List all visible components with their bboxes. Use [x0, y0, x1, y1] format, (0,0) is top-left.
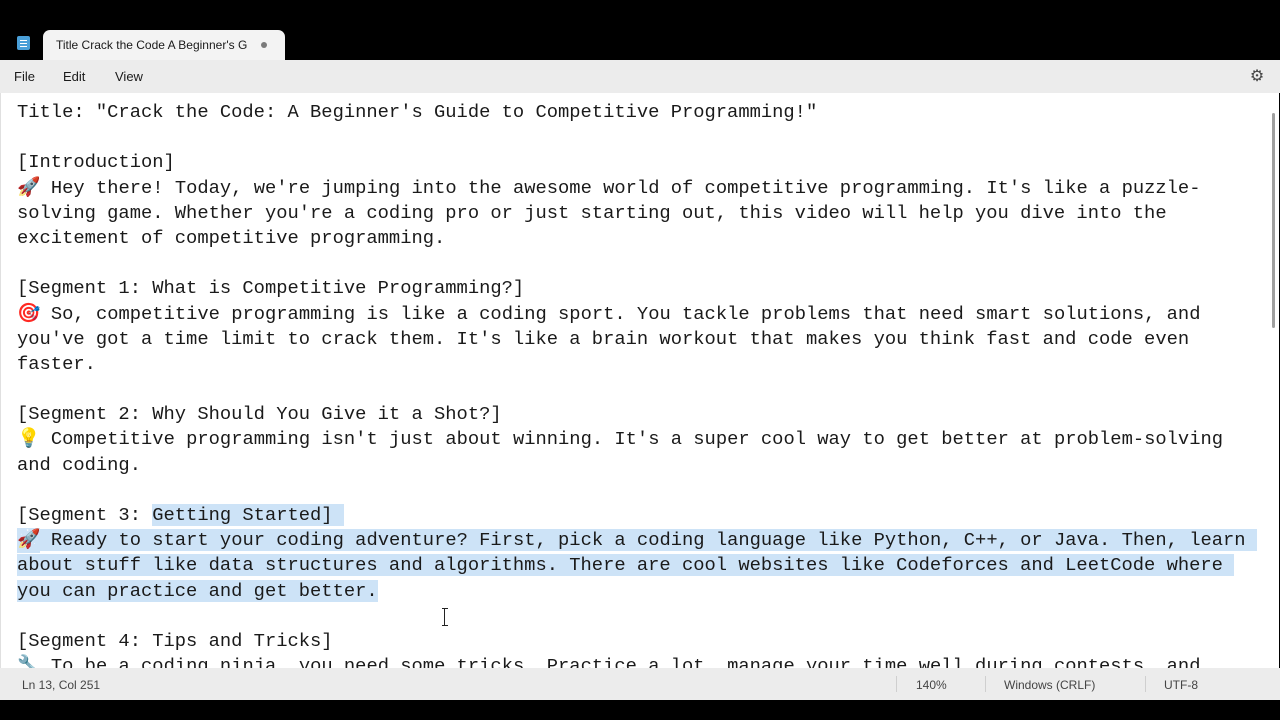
text-line[interactable]: 🔧 To be a coding ninja, you need some tr…	[17, 654, 1257, 668]
line-text: Hey there! Today, we're jumping into the…	[39, 176, 1201, 199]
text-line[interactable]	[17, 604, 1257, 629]
text-line[interactable]: about stuff like data structures and alg…	[17, 553, 1257, 578]
line-text: [Segment 2: Why Should You Give it a Sho…	[17, 403, 502, 426]
selected-text: Getting Started]	[152, 504, 344, 526]
status-divider	[985, 676, 986, 692]
emoji-icon: 🔧	[17, 655, 41, 668]
status-divider	[1145, 676, 1146, 692]
text-line[interactable]: [Introduction]	[17, 150, 1257, 175]
encoding[interactable]: UTF-8	[1164, 678, 1198, 692]
menu-file[interactable]: File	[14, 69, 35, 84]
text-line[interactable]: you've got a time limit to crack them. I…	[17, 327, 1257, 352]
selected-text: about stuff like data structures and alg…	[17, 554, 1235, 577]
text-line[interactable]: solving game. Whether you're a coding pr…	[17, 201, 1257, 226]
unsaved-dot-icon[interactable]	[261, 42, 267, 48]
text-line[interactable]: [Segment 3: Getting Started]	[17, 503, 1257, 528]
cursor-position: Ln 13, Col 251	[22, 678, 101, 692]
line-text: To be a coding ninja, you need some tric…	[39, 655, 1201, 668]
text-line[interactable]: Title: "Crack the Code: A Beginner's Gui…	[17, 100, 1257, 125]
text-line[interactable]: 🚀 Hey there! Today, we're jumping into t…	[17, 176, 1257, 201]
line-text: Title: "Crack the Code: A Beginner's Gui…	[17, 101, 818, 123]
menu-view[interactable]: View	[115, 69, 143, 84]
line-text: [Segment 3:	[17, 504, 153, 526]
text-line[interactable]	[17, 125, 1257, 150]
menu-bar: File Edit View ⚙	[0, 60, 1280, 93]
text-line[interactable]: 🎯 So, competitive programming is like a …	[17, 302, 1257, 327]
text-line[interactable]: [Segment 2: Why Should You Give it a Sho…	[17, 402, 1257, 427]
title-bar: Title Crack the Code A Beginner's G	[0, 0, 1280, 60]
line-text: solving game. Whether you're a coding pr…	[17, 201, 1167, 224]
text-line[interactable]: [Segment 1: What is Competitive Programm…	[17, 276, 1257, 301]
line-ending[interactable]: Windows (CRLF)	[1004, 678, 1095, 692]
line-text: [Segment 1: What is Competitive Programm…	[17, 277, 525, 300]
emoji-icon: 🎯	[17, 302, 41, 325]
document-text[interactable]: Title: "Crack the Code: A Beginner's Gui…	[17, 100, 1257, 668]
selected-text: Ready to start your coding adventure? Fi…	[39, 529, 1257, 552]
text-editor[interactable]: Title: "Crack the Code: A Beginner's Gui…	[0, 93, 1279, 668]
text-line[interactable]: 💡 Competitive programming isn't just abo…	[17, 427, 1257, 452]
line-text: Competitive programming isn't just about…	[39, 428, 1224, 451]
notepad-icon	[17, 36, 30, 50]
line-text: So, competitive programming is like a co…	[39, 302, 1201, 325]
line-text: and coding.	[17, 453, 141, 476]
vertical-scrollbar[interactable]	[1272, 113, 1275, 328]
status-bar: Ln 13, Col 251 140% Windows (CRLF) UTF-8	[0, 668, 1280, 700]
emoji-icon: 🚀	[17, 528, 40, 554]
text-line[interactable]	[17, 377, 1257, 402]
zoom-level[interactable]: 140%	[916, 678, 947, 692]
line-text: [Segment 4: Tips and Tricks]	[17, 629, 333, 652]
emoji-icon: 💡	[17, 428, 41, 451]
emoji-icon: 🚀	[17, 176, 41, 199]
tab-document[interactable]: Title Crack the Code A Beginner's G	[43, 30, 285, 60]
text-line[interactable]: and coding.	[17, 453, 1257, 478]
selected-text: you can practice and get better.	[17, 579, 378, 602]
text-line[interactable]: 🚀 Ready to start your coding adventure? …	[17, 528, 1257, 554]
line-text: faster.	[17, 352, 96, 375]
line-text: [Introduction]	[17, 151, 175, 174]
text-line[interactable]: faster.	[17, 352, 1257, 377]
line-text: excitement of competitive programming.	[17, 226, 446, 249]
gear-icon[interactable]: ⚙	[1248, 68, 1266, 86]
status-divider	[896, 676, 897, 692]
text-line[interactable]: you can practice and get better.	[17, 579, 1257, 604]
text-line[interactable]	[17, 478, 1257, 503]
tab-title: Title Crack the Code A Beginner's G	[56, 38, 248, 52]
text-line[interactable]: [Segment 4: Tips and Tricks]	[17, 629, 1257, 654]
line-text: you've got a time limit to crack them. I…	[17, 327, 1190, 350]
text-line[interactable]	[17, 251, 1257, 276]
menu-edit[interactable]: Edit	[63, 69, 85, 84]
bottom-strip	[0, 700, 1280, 720]
text-cursor-icon	[442, 608, 450, 626]
notepad-window: Title Crack the Code A Beginner's G File…	[0, 0, 1280, 720]
text-line[interactable]: excitement of competitive programming.	[17, 226, 1257, 251]
